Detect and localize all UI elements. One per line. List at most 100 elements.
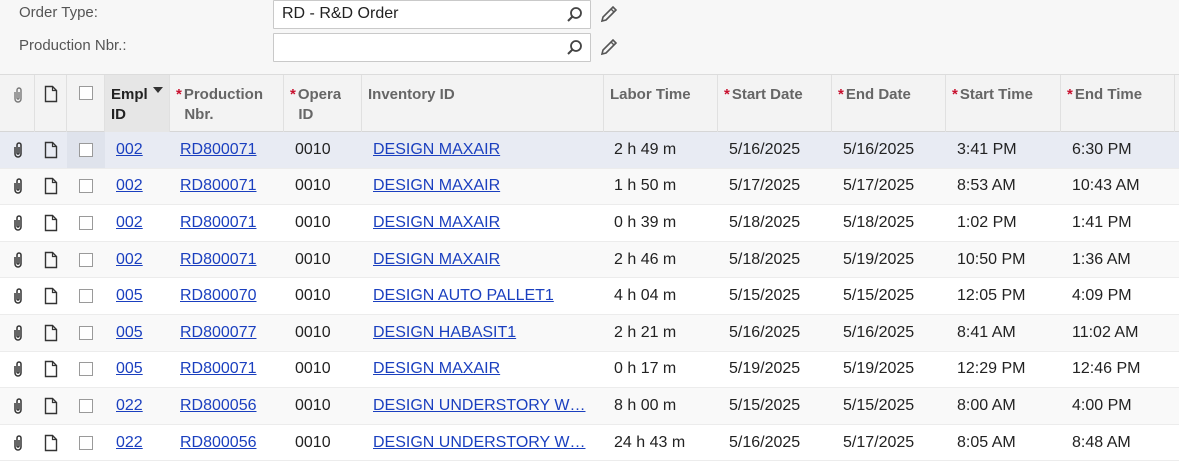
paperclip-icon[interactable] [11, 287, 25, 305]
header-attachment[interactable] [0, 75, 35, 132]
header-end-time[interactable]: * End Time [1061, 75, 1175, 132]
note-icon[interactable] [44, 141, 58, 159]
production-nbr-link[interactable]: RD800071 [180, 251, 257, 269]
search-icon[interactable] [566, 6, 584, 24]
paperclip-icon[interactable] [11, 324, 25, 342]
header-operation-id[interactable]: * Opera ID [284, 75, 362, 132]
row-select[interactable] [67, 278, 105, 314]
header-empl-id[interactable]: Empl ID [105, 75, 170, 132]
table-row[interactable]: 002 RD800071 0010 DESIGN MAXAIR 0 h 39 m 5/18… [0, 205, 1179, 242]
row-attachment[interactable] [0, 425, 35, 461]
empl-id-link[interactable]: 005 [116, 324, 143, 342]
production-nbr-selector[interactable] [273, 33, 591, 62]
row-attachment[interactable] [0, 388, 35, 424]
header-note[interactable] [35, 75, 67, 132]
row-select[interactable] [67, 425, 105, 461]
inventory-id-link[interactable]: DESIGN MAXAIR [373, 214, 500, 232]
row-note[interactable] [35, 205, 67, 241]
paperclip-icon[interactable] [11, 141, 25, 159]
production-nbr-link[interactable]: RD800077 [180, 324, 257, 342]
empl-id-link[interactable]: 022 [116, 397, 143, 415]
paperclip-icon[interactable] [11, 397, 25, 415]
row-note[interactable] [35, 425, 67, 461]
note-icon[interactable] [44, 214, 58, 232]
pencil-icon[interactable] [598, 3, 620, 25]
order-type-selector[interactable]: RD - R&D Order [273, 0, 591, 29]
empl-id-link[interactable]: 022 [116, 434, 143, 452]
table-row[interactable]: 005 RD800077 0010 DESIGN HABASIT1 2 h 21 m 5/… [0, 315, 1179, 352]
note-icon[interactable] [44, 177, 58, 195]
row-checkbox[interactable] [79, 215, 93, 230]
paperclip-icon[interactable] [11, 177, 25, 195]
empl-id-link[interactable]: 002 [116, 251, 143, 269]
row-note[interactable] [35, 388, 67, 424]
row-attachment[interactable] [0, 169, 35, 205]
row-select[interactable] [67, 315, 105, 351]
inventory-id-link[interactable]: DESIGN HABASIT1 [373, 324, 516, 342]
row-attachment[interactable] [0, 315, 35, 351]
inventory-id-link[interactable]: DESIGN UNDERSTORY W… [373, 397, 585, 415]
row-checkbox[interactable] [79, 325, 93, 340]
row-attachment[interactable] [0, 242, 35, 278]
table-row[interactable]: 005 RD800070 0010 DESIGN AUTO PALLET1 4 h 04… [0, 278, 1179, 315]
row-checkbox[interactable] [79, 435, 93, 450]
row-select[interactable] [67, 205, 105, 241]
note-icon[interactable] [44, 287, 58, 305]
table-row[interactable]: 005 RD800071 0010 DESIGN MAXAIR 0 h 17 m 5/19… [0, 351, 1179, 389]
empl-id-link[interactable]: 002 [116, 177, 143, 195]
paperclip-icon[interactable] [11, 214, 25, 232]
header-inventory-id[interactable]: Inventory ID [362, 75, 604, 132]
row-note[interactable] [35, 315, 67, 351]
paperclip-icon[interactable] [11, 251, 25, 269]
note-icon[interactable] [44, 434, 58, 452]
production-nbr-link[interactable]: RD800070 [180, 287, 257, 305]
row-select[interactable] [67, 132, 105, 168]
header-production-nbr[interactable]: * Production Nbr. [170, 75, 284, 132]
table-row[interactable]: 022 RD800056 0010 DESIGN UNDERSTORY W… 8 h 0… [0, 388, 1179, 425]
row-checkbox[interactable] [79, 179, 93, 194]
row-note[interactable] [35, 132, 67, 168]
table-row[interactable]: 022 RD800056 0010 DESIGN UNDERSTORY W… 24 h … [0, 424, 1179, 462]
inventory-id-link[interactable]: DESIGN MAXAIR [373, 360, 500, 378]
row-select[interactable] [67, 388, 105, 424]
search-icon[interactable] [566, 39, 584, 57]
production-nbr-link[interactable]: RD800071 [180, 141, 257, 159]
paperclip-icon[interactable] [11, 360, 25, 378]
production-nbr-link[interactable]: RD800071 [180, 360, 257, 378]
row-select[interactable] [67, 352, 105, 388]
inventory-id-link[interactable]: DESIGN AUTO PALLET1 [373, 287, 554, 305]
header-start-date[interactable]: * Start Date [718, 75, 832, 132]
header-end-date[interactable]: * End Date [832, 75, 946, 132]
header-labor-time[interactable]: Labor Time [604, 75, 718, 132]
table-row[interactable]: 002 RD800071 0010 DESIGN MAXAIR 1 h 50 m 5/17… [0, 168, 1179, 206]
header-select-all[interactable] [67, 75, 105, 132]
row-attachment[interactable] [0, 352, 35, 388]
row-note[interactable] [35, 242, 67, 278]
production-nbr-link[interactable]: RD800056 [180, 434, 257, 452]
row-attachment[interactable] [0, 278, 35, 314]
row-attachment[interactable] [0, 132, 35, 168]
row-select[interactable] [67, 242, 105, 278]
row-checkbox[interactable] [79, 252, 93, 267]
inventory-id-link[interactable]: DESIGN UNDERSTORY W… [373, 434, 585, 452]
row-note[interactable] [35, 352, 67, 388]
inventory-id-link[interactable]: DESIGN MAXAIR [373, 251, 500, 269]
empl-id-link[interactable]: 005 [116, 287, 143, 305]
table-row[interactable]: 002 RD800071 0010 DESIGN MAXAIR 2 h 49 m 5/16… [0, 132, 1179, 169]
row-note[interactable] [35, 278, 67, 314]
empl-id-link[interactable]: 002 [116, 214, 143, 232]
empl-id-link[interactable]: 002 [116, 141, 143, 159]
note-icon[interactable] [44, 360, 58, 378]
note-icon[interactable] [44, 251, 58, 269]
row-checkbox[interactable] [79, 289, 93, 304]
table-row[interactable]: 002 RD800071 0010 DESIGN MAXAIR 2 h 46 m 5/18… [0, 241, 1179, 279]
note-icon[interactable] [44, 324, 58, 342]
row-checkbox[interactable] [79, 362, 93, 377]
header-start-time[interactable]: * Start Time [946, 75, 1061, 132]
production-nbr-link[interactable]: RD800071 [180, 177, 257, 195]
row-checkbox[interactable] [79, 398, 93, 413]
select-all-checkbox[interactable] [79, 86, 93, 100]
paperclip-icon[interactable] [11, 434, 25, 452]
empl-id-link[interactable]: 005 [116, 360, 143, 378]
inventory-id-link[interactable]: DESIGN MAXAIR [373, 177, 500, 195]
